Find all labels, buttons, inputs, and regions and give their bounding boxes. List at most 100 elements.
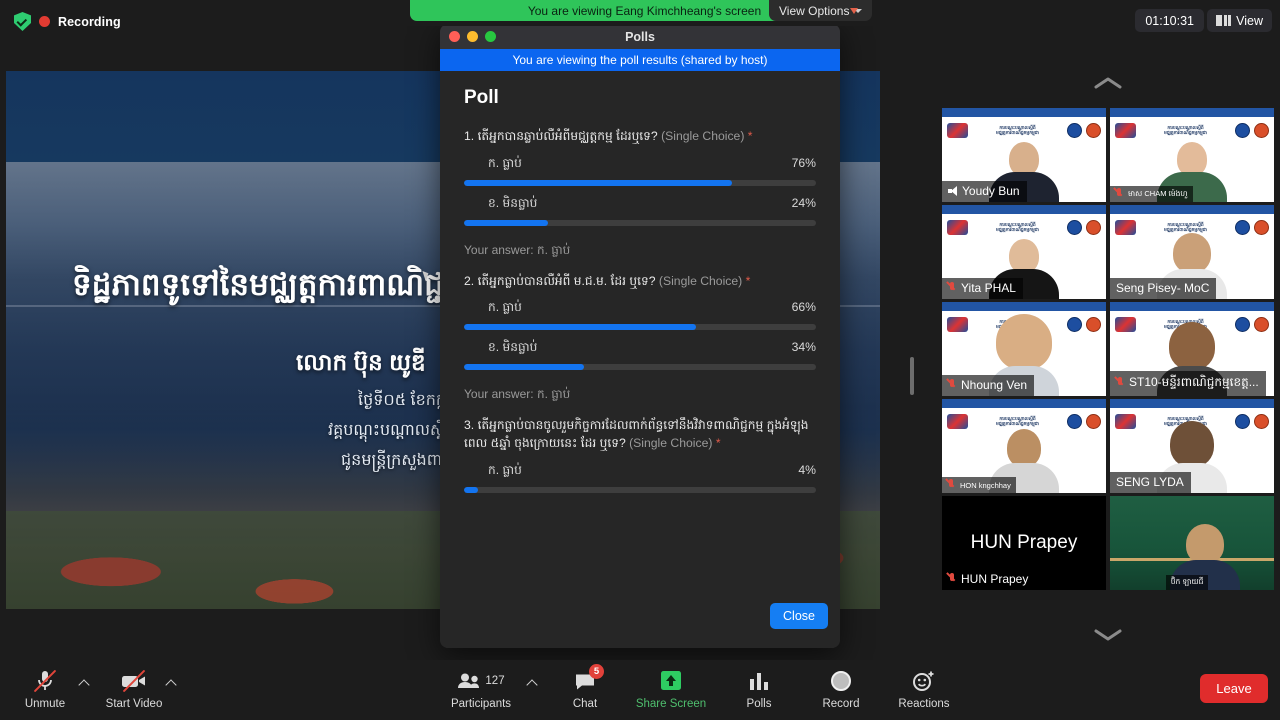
video-tile-seng-pisey[interactable]: ការបណ្ដុះបណ្ដាលស្ដីពី មជ្ឈត្តការពាណិជ្ជកម… xyxy=(1110,205,1274,299)
tile-name-badge: SENG LYDA xyxy=(1110,472,1191,493)
meeting-toolbar: Unmute Start Video 127 Participants 5 Ch xyxy=(0,660,1280,720)
tile-banner-text: ការបណ្ដុះបណ្ដាលស្ដីពីមជ្ឈត្តការពាណិជ្ជកម… xyxy=(1164,221,1207,233)
video-tile-yita-phal[interactable]: ការបណ្ដុះបណ្ដាលស្ដីពី មជ្ឈត្តការពាណិជ្ជកម… xyxy=(942,205,1106,299)
org-logo-red-icon xyxy=(1086,316,1101,332)
org-logo-left-icon xyxy=(1115,413,1136,429)
org-logo-red-icon xyxy=(1254,413,1269,429)
tile-name: SENG LYDA xyxy=(1116,475,1184,489)
question-number: 3. xyxy=(464,418,475,433)
question-body: តើអ្នកបានឆ្លាប់លឺអំពីមជ្ឈត្តកម្ម ដែរឬទេ? xyxy=(477,129,658,143)
participants-label: Participants xyxy=(450,698,512,710)
view-label: View xyxy=(1236,13,1263,28)
mic-muted-icon xyxy=(948,379,956,391)
mic-muted-icon xyxy=(947,479,955,491)
question-text: 3. តើអ្នកធ្លាប់បានចូលរួមកិច្ចការដែលពាក់ព… xyxy=(464,417,816,452)
recording-indicator[interactable]: Recording xyxy=(14,12,121,31)
participants-button[interactable]: 127 Participants xyxy=(444,668,518,710)
poll-question-2: 2. តើអ្នកធ្លាប់បានលឺអំពី ម.ជ.ម. ដែរ ឬទេ?… xyxy=(464,273,816,405)
tile-banner-text: ការបណ្ដុះបណ្ដាលស្ដីពីមជ្ឈត្តការពាណិជ្ជកម… xyxy=(996,221,1039,233)
poll-option-row: ក. ធ្លាប់ 4% xyxy=(464,462,816,480)
org-logo-blue-icon xyxy=(1235,219,1250,235)
view-layout-button[interactable]: View xyxy=(1207,9,1272,32)
video-tile-hon-kngchhay[interactable]: ការបណ្ដុះបណ្ដាលស្ដីពី មជ្ឈត្តការពាណិជ្ជកម… xyxy=(942,399,1106,493)
tile-name-badge: មាស CHAM ម៉េងហួ xyxy=(1110,186,1193,202)
security-shield-icon[interactable] xyxy=(14,12,31,31)
org-logo-red-icon xyxy=(1086,219,1101,235)
org-logo-red-icon xyxy=(1254,219,1269,235)
video-tile-nhoung-ven[interactable]: ការបណ្ដុះបណ្ដាលស្ដីពីមជ្ឈត្តការពាណិជ្ជកម… xyxy=(942,302,1106,396)
poll-footer: Close xyxy=(440,594,840,648)
video-tile-cham-menghua[interactable]: ការបណ្ដុះបណ្ដាលស្ដីពី មជ្ឈត្តការពាណិជ្ជកម… xyxy=(1110,108,1274,202)
question-type: (Single Choice) xyxy=(629,436,713,451)
org-logo-left-icon xyxy=(947,413,968,429)
minimize-window-icon[interactable] xyxy=(467,31,478,42)
poll-body: Poll 1. តើអ្នកបានឆ្លាប់លឺអំពីមជ្ឈត្តកម្ម… xyxy=(440,71,840,594)
polls-dialog: Polls You are viewing the poll results (… xyxy=(440,24,840,648)
video-tile-st10-moc[interactable]: ការបណ្ដុះបណ្ដាលស្ដីពីមជ្ឈត្តការពាណិជ្ជកម… xyxy=(1110,302,1274,396)
reactions-label: Reactions xyxy=(898,698,950,710)
panel-resize-handle[interactable] xyxy=(910,357,914,395)
video-tile-hun-prapey[interactable]: HUN Prapey HUN Prapey xyxy=(942,496,1106,590)
microphone-muted-icon xyxy=(33,668,57,694)
meeting-timer: 01:10:31 xyxy=(1135,9,1204,32)
audio-options-caret-icon[interactable] xyxy=(80,678,90,688)
maximize-window-icon[interactable] xyxy=(485,31,496,42)
close-window-icon[interactable] xyxy=(449,31,460,42)
polls-window-title: Polls xyxy=(625,29,655,44)
video-options-caret-icon[interactable] xyxy=(167,678,177,688)
option-label: ខ. មិនធ្លាប់ xyxy=(488,195,538,210)
polls-dialog-titlebar[interactable]: Polls xyxy=(440,24,840,49)
gallery-row: ការបណ្ដុះបណ្ដាលស្ដីពីមជ្ឈត្តការពាណិជ្ជកម… xyxy=(942,205,1274,299)
share-screen-button[interactable]: Share Screen xyxy=(634,668,708,710)
gallery-row: ការបណ្ដុះបណ្ដាលស្ដីពីមជ្ឈត្តការពាណិជ្ជកម… xyxy=(942,302,1274,396)
tile-name-badge: Seng Pisey- MoC xyxy=(1110,278,1217,299)
close-button[interactable]: Close xyxy=(770,603,828,629)
gallery-row: ការបណ្ដុះបណ្ដាលស្ដីពីមជ្ឈត្តការពាណិជ្ជកម… xyxy=(942,108,1274,202)
poll-question-1: 1. តើអ្នកបានឆ្លាប់លឺអំពីមជ្ឈត្តកម្ម ដែរឬ… xyxy=(464,128,816,260)
video-camera-muted-icon xyxy=(120,668,148,694)
tile-banner-text: ការបណ្ដុះបណ្ដាលស្ដីពីមជ្ឈត្តការពាណិជ្ជកម… xyxy=(996,415,1039,427)
start-video-button[interactable]: Start Video xyxy=(97,668,171,710)
share-screen-label: Share Screen xyxy=(635,698,707,710)
share-screen-icon xyxy=(659,668,683,694)
chat-button[interactable]: 5 Chat xyxy=(548,664,622,710)
gallery-scroll-up-button[interactable] xyxy=(1088,72,1128,94)
question-type: (Single Choice) xyxy=(661,129,745,143)
mic-muted-icon xyxy=(1116,377,1124,389)
participants-caret-icon[interactable] xyxy=(528,678,538,688)
leave-button[interactable]: Leave xyxy=(1200,674,1268,703)
video-tile-youdy-bun[interactable]: ការបណ្ដុះបណ្ដាលស្ដីពី មជ្ឈត្តការពាណិជ្ជកម… xyxy=(942,108,1106,202)
option-label: ខ. មិនធ្លាប់ xyxy=(488,340,538,355)
tile-name: ST10-មន្ទីរពាណិជ្ជកម្មខេត្ត... xyxy=(1129,375,1259,389)
tile-name-badge: Youdy Bun xyxy=(942,181,1027,202)
org-logo-left-icon xyxy=(1115,122,1136,138)
poll-scroll-area[interactable]: Poll 1. តើអ្នកបានឆ្លាប់លឺអំពីមជ្ឈត្តកម្ម… xyxy=(440,71,840,594)
gallery-row: HUN Prapey HUN Prapey ប៊ិក ឡាយជី xyxy=(942,496,1274,590)
tile-banner-strip xyxy=(942,302,1106,311)
unmute-button[interactable]: Unmute xyxy=(8,668,82,710)
video-tile-bik-leayji[interactable]: ប៊ិក ឡាយជី xyxy=(1110,496,1274,590)
poll-option-row: ខ. មិនធ្លាប់ 34% xyxy=(464,339,816,357)
org-logo-left-icon xyxy=(1115,219,1136,235)
question-number: 1. xyxy=(464,129,475,143)
video-tile-seng-lyda[interactable]: ការបណ្ដុះបណ្ដាលស្ដីពីមជ្ឈត្តការពាណិជ្ជកម… xyxy=(1110,399,1274,493)
option-percent: 34% xyxy=(791,340,816,355)
unmute-label: Unmute xyxy=(24,698,66,710)
speaker-icon xyxy=(948,186,957,196)
poll-result-bar xyxy=(464,364,816,371)
reactions-button[interactable]: Reactions xyxy=(887,668,961,710)
video-gallery: ការបណ្ដុះបណ្ដាលស្ដីពី មជ្ឈត្តការពាណិជ្ជកម… xyxy=(936,26,1280,660)
record-button[interactable]: Record xyxy=(804,668,878,710)
window-controls xyxy=(449,31,496,42)
org-logo-blue-icon xyxy=(1235,413,1250,429)
org-logo-red-icon xyxy=(1254,122,1269,138)
tile-name-badge: Nhoung Ven xyxy=(942,375,1035,396)
gallery-scroll-down-button[interactable] xyxy=(1088,624,1128,646)
view-options-label: View Options xyxy=(779,3,850,18)
tile-name: Youdy Bun xyxy=(962,184,1020,198)
option-percent: 24% xyxy=(791,195,816,210)
tile-banner-strip xyxy=(1110,302,1274,311)
your-answer-value: ក. ធ្លាប់ xyxy=(536,242,571,257)
polls-button[interactable]: Polls xyxy=(722,668,796,710)
option-percent: 66% xyxy=(791,300,816,315)
